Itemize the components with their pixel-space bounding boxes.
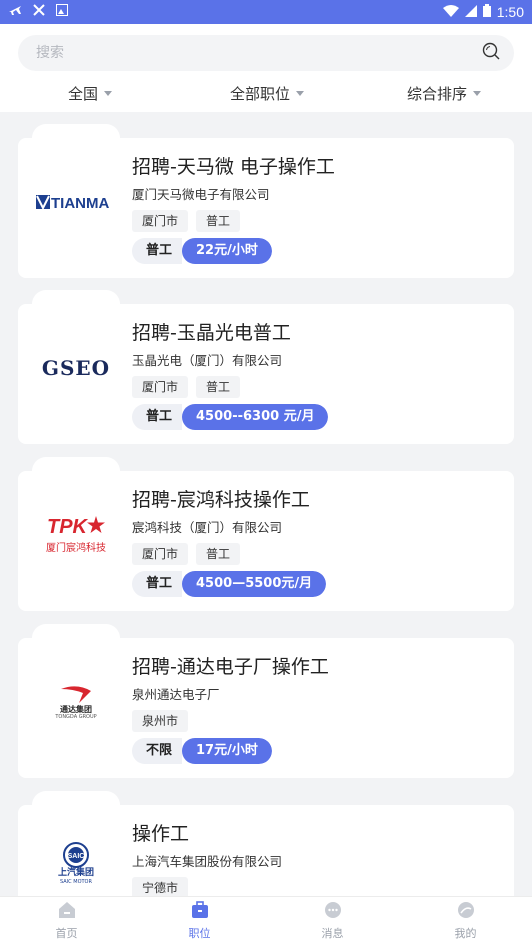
job-pay: 22元/小时 bbox=[182, 238, 272, 264]
tag-location: 厦门市 bbox=[132, 543, 189, 565]
caret-down-icon bbox=[296, 90, 305, 96]
tab-home-label: 首页 bbox=[55, 927, 78, 940]
company-logo: TIANMA bbox=[32, 172, 120, 232]
company-logo: TPK 厦门宸鸿科技 bbox=[32, 505, 120, 565]
signal-icon bbox=[464, 4, 477, 20]
salary-badge: 普工 4500--6300 元/月 bbox=[132, 404, 329, 430]
salary-badge: 普工 22元/小时 bbox=[132, 238, 272, 264]
search-input[interactable] bbox=[34, 44, 482, 62]
tag-location: 宁德市 bbox=[132, 877, 189, 896]
job-card-body[interactable]: SAIC 上汽集团 SAIC MOTOR 操作工 上海汽车集团股份有限公司 宁德… bbox=[18, 805, 514, 896]
tab-jobs[interactable]: 职位 bbox=[133, 897, 266, 945]
job-type: 不限 bbox=[132, 738, 183, 764]
job-title: 招聘-宸鸿科技操作工 bbox=[132, 489, 310, 511]
home-icon bbox=[58, 901, 76, 922]
job-title: 招聘-通达电子厂操作工 bbox=[132, 656, 329, 678]
job-list: TIANMA 招聘-天马微 电子操作工 厦门天马微电子有限公司 厦门市 普工 普… bbox=[0, 112, 532, 896]
saic-logo-mark: SAIC bbox=[63, 841, 89, 868]
filter-region-label: 全国 bbox=[68, 84, 99, 103]
job-pay: 17元/小时 bbox=[182, 738, 272, 764]
company-logo: GSEO bbox=[32, 338, 120, 398]
search-icon[interactable] bbox=[482, 42, 500, 64]
filter-sort-label: 综合排序 bbox=[407, 84, 468, 103]
job-tags: 宁德市 bbox=[132, 877, 189, 896]
search-bar[interactable] bbox=[18, 35, 514, 71]
tab-home[interactable]: 首页 bbox=[0, 897, 133, 945]
tab-profile[interactable]: 我的 bbox=[399, 897, 532, 945]
message-icon bbox=[324, 901, 342, 922]
star-icon bbox=[87, 516, 105, 538]
wifi-icon bbox=[442, 4, 459, 20]
job-card-body[interactable]: TPK 厦门宸鸿科技 招聘-宸鸿科技操作工 宸鸿科技（厦门）有限公司 厦门市 普… bbox=[18, 471, 514, 611]
tab-messages-label: 消息 bbox=[321, 927, 344, 940]
job-tags: 厦门市 普工 bbox=[132, 376, 241, 398]
tag-category: 普工 bbox=[196, 543, 241, 565]
status-bar: 1:50 bbox=[0, 0, 532, 24]
logo-text: SAIC bbox=[68, 853, 85, 860]
job-title: 招聘-天马微 电子操作工 bbox=[132, 156, 335, 178]
salary-badge: 普工 4500—5500元/月 bbox=[132, 571, 327, 597]
salary-badge: 不限 17元/小时 bbox=[132, 738, 272, 764]
company-name: 厦门天马微电子有限公司 bbox=[132, 187, 270, 202]
logo-subtext: TONGDA GROUP bbox=[55, 713, 97, 720]
logo-subtext: 上汽集团 bbox=[57, 867, 94, 878]
tag-location: 厦门市 bbox=[132, 376, 189, 398]
job-tags: 厦门市 普工 bbox=[132, 543, 241, 565]
job-pay: 4500—5500元/月 bbox=[182, 571, 327, 597]
tag-category: 普工 bbox=[196, 376, 241, 398]
status-time: 1:50 bbox=[496, 4, 524, 20]
top-panel: 全国 全部职位 综合排序 bbox=[0, 24, 532, 112]
job-tags: 泉州市 bbox=[132, 710, 189, 732]
filter-region[interactable]: 全国 bbox=[68, 78, 113, 108]
tab-messages[interactable]: 消息 bbox=[266, 897, 399, 945]
logo-text: 通达集团 bbox=[60, 704, 92, 714]
logo-text: TPK bbox=[47, 516, 87, 538]
tag-location: 厦门市 bbox=[132, 210, 189, 232]
tag-location: 泉州市 bbox=[132, 710, 189, 732]
profile-icon bbox=[457, 901, 475, 922]
job-card-body[interactable]: TIANMA 招聘-天马微 电子操作工 厦门天马微电子有限公司 厦门市 普工 普… bbox=[18, 138, 514, 278]
job-card-body[interactable]: 通达集团 TONGDA GROUP 招聘-通达电子厂操作工 泉州通达电子厂 泉州… bbox=[18, 638, 514, 778]
job-title: 操作工 bbox=[132, 823, 190, 845]
tag-category: 普工 bbox=[196, 210, 241, 232]
logo-text: GSEO bbox=[41, 356, 111, 380]
company-name: 玉晶光电（厦门）有限公司 bbox=[132, 353, 283, 368]
battery-icon bbox=[482, 4, 491, 20]
logo-subtext-en: SAIC MOTOR bbox=[60, 878, 92, 885]
company-name: 泉州通达电子厂 bbox=[132, 687, 220, 702]
tab-jobs-label: 职位 bbox=[188, 927, 211, 940]
company-logo: 通达集团 TONGDA GROUP bbox=[32, 672, 120, 732]
filter-position[interactable]: 全部职位 bbox=[230, 78, 305, 108]
filter-bar: 全国 全部职位 综合排序 bbox=[0, 78, 532, 108]
close-icon bbox=[32, 3, 46, 21]
airplane-icon bbox=[8, 3, 22, 21]
job-type: 普工 bbox=[132, 238, 183, 264]
tongda-logo-mark bbox=[61, 685, 91, 703]
job-title: 招聘-玉晶光电普工 bbox=[132, 322, 291, 344]
caret-down-icon bbox=[473, 90, 482, 96]
filter-sort[interactable]: 综合排序 bbox=[407, 78, 482, 108]
filter-position-label: 全部职位 bbox=[230, 84, 291, 103]
company-logo: SAIC 上汽集团 SAIC MOTOR bbox=[32, 833, 120, 893]
job-tags: 厦门市 普工 bbox=[132, 210, 241, 232]
caret-down-icon bbox=[104, 90, 113, 96]
company-name: 上海汽车集团股份有限公司 bbox=[132, 854, 283, 869]
job-type: 普工 bbox=[132, 404, 183, 430]
tab-profile-label: 我的 bbox=[454, 927, 477, 940]
logo-text: TIANMA bbox=[51, 195, 109, 212]
job-pay: 4500--6300 元/月 bbox=[182, 404, 329, 430]
company-name: 宸鸿科技（厦门）有限公司 bbox=[132, 520, 283, 535]
briefcase-icon bbox=[191, 901, 209, 922]
logo-subtext: 厦门宸鸿科技 bbox=[46, 543, 106, 554]
image-icon bbox=[56, 4, 68, 20]
bottom-tab-bar: 首页 职位 消息 我的 bbox=[0, 896, 532, 945]
job-type: 普工 bbox=[132, 571, 183, 597]
job-card-body[interactable]: GSEO 招聘-玉晶光电普工 玉晶光电（厦门）有限公司 厦门市 普工 普工 45… bbox=[18, 304, 514, 444]
